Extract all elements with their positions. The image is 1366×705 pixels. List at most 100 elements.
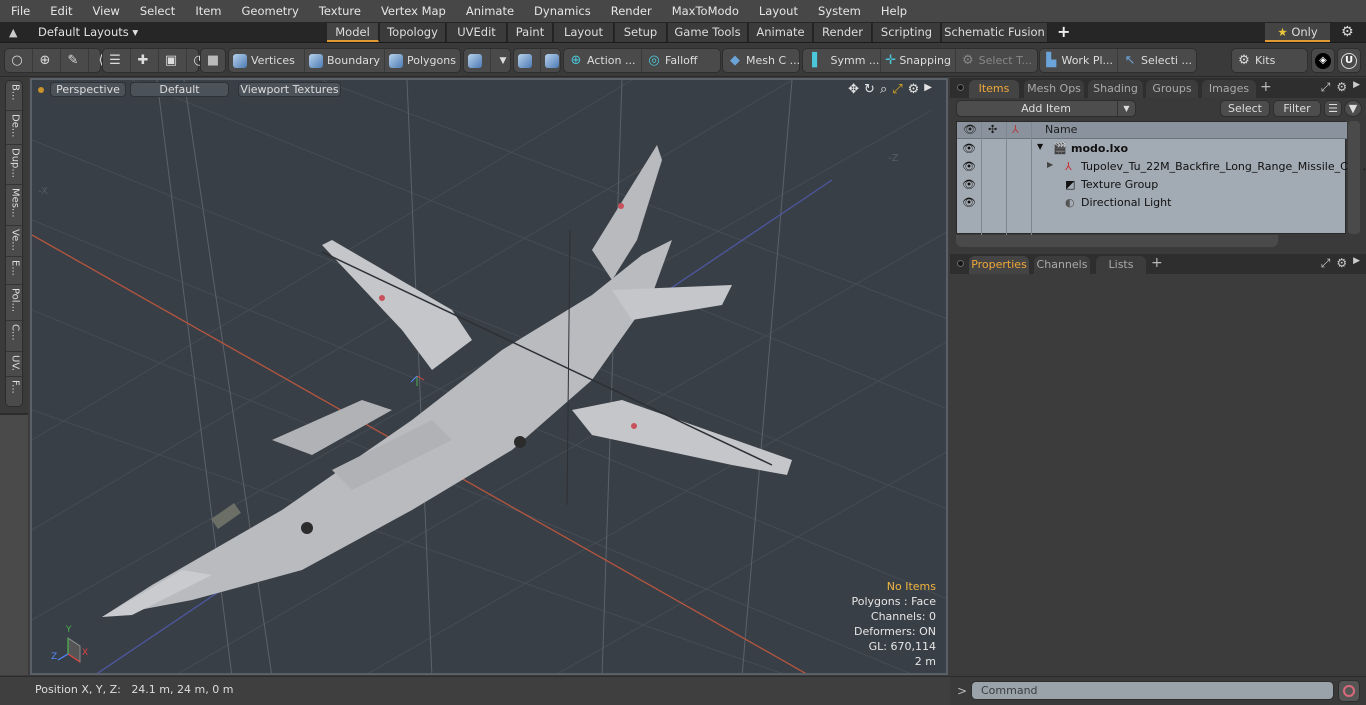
tab-scripting[interactable]: Scripting [873, 23, 941, 42]
tab-mesh-ops[interactable]: Mesh Ops [1024, 80, 1084, 98]
menu-edit[interactable]: Edit [39, 4, 81, 18]
default-layouts-dropdown[interactable]: Default Layouts ▾ [38, 25, 138, 39]
record-macro-button[interactable] [1338, 680, 1360, 702]
rotate-icon[interactable]: ↻ [864, 82, 875, 97]
uv-layout-button[interactable]: ☰ [103, 49, 131, 72]
work-plane-button[interactable]: ▙ Work Pl... [1040, 49, 1118, 72]
list-item[interactable]: 👁 ◩ Texture Group [957, 176, 1347, 194]
select-through-button[interactable]: ⚙ Select T... [956, 49, 1036, 72]
pen-tool-button[interactable]: ✎ [61, 49, 89, 72]
pan-move-icon[interactable]: ✥ [848, 82, 859, 97]
add-item-button[interactable]: Add Item ▼ [956, 100, 1136, 117]
viewport-textures-button[interactable]: Viewport Textures [238, 82, 341, 97]
add-panel-tab-icon[interactable]: + [1151, 255, 1163, 271]
vtab-deform[interactable]: De... [6, 111, 24, 145]
tab-topology[interactable]: Topology [380, 23, 446, 42]
tab-layout[interactable]: Layout [554, 23, 614, 42]
add-item-dropdown-icon[interactable]: ▼ [1117, 101, 1135, 116]
items-horizontal-scrollbar[interactable] [956, 235, 1278, 247]
unity-button[interactable]: ◈ [1311, 48, 1335, 73]
material-mode-button[interactable] [464, 49, 491, 72]
command-input[interactable]: Command [971, 681, 1334, 700]
3d-viewport[interactable]: -X -Z Y X Z Perspective Default Viewport… [30, 78, 948, 675]
tab-uvedit[interactable]: UVEdit [447, 23, 507, 42]
sphere-tool-button[interactable]: ○ [5, 49, 33, 72]
vtab-curve[interactable]: C... [6, 321, 24, 352]
expand-panel-icon[interactable]: ⤢ [1321, 80, 1331, 95]
eye-icon[interactable]: 👁 [962, 196, 976, 209]
menu-dynamics[interactable]: Dynamics [523, 4, 600, 18]
filter-button[interactable]: Filter [1273, 100, 1321, 117]
tab-channels[interactable]: Channels [1034, 256, 1090, 274]
menu-layout[interactable]: Layout [748, 4, 807, 18]
globe-tool-button[interactable]: ⊕ [33, 49, 61, 72]
kits-button[interactable]: ⚙ Kits [1232, 49, 1279, 72]
panel-arrow-icon[interactable]: ▶ [1353, 80, 1360, 95]
vtab-uv[interactable]: UV. [6, 352, 24, 377]
menu-select[interactable]: Select [129, 4, 184, 18]
locator-column-icon[interactable]: ⅄ [1012, 123, 1019, 136]
vtab-fusion[interactable]: F... [6, 377, 24, 408]
eye-icon[interactable]: 👁 [962, 142, 976, 155]
item-mode-button[interactable]: ■ [201, 49, 228, 72]
vertices-mode-button[interactable]: Vertices [229, 49, 305, 72]
shading-style-button[interactable]: Default [130, 82, 229, 97]
panel-menu-dot[interactable] [957, 84, 964, 91]
menu-file[interactable]: File [0, 4, 39, 18]
menu-system[interactable]: System [807, 4, 870, 18]
add-panel-tab-icon[interactable]: + [1260, 79, 1272, 95]
gear-icon[interactable]: ⚙ [1341, 24, 1354, 40]
visibility-column-icon[interactable]: 👁 [963, 123, 977, 136]
vtab-vertex[interactable]: Ve... [6, 226, 24, 257]
mesh-constraint-button[interactable]: ◆ Mesh C ... [723, 49, 804, 72]
uv-unwrap-button[interactable]: ✚ [131, 49, 159, 72]
menu-texture[interactable]: Texture [308, 4, 370, 18]
expand-panel-icon[interactable]: ⤢ [1321, 256, 1331, 271]
viewport-gear-icon[interactable]: ⚙ [908, 82, 920, 97]
boundary-mode-button[interactable]: Boundary [305, 49, 385, 72]
uv-box-button[interactable]: ▣ [159, 49, 187, 72]
menu-render[interactable]: Render [600, 4, 661, 18]
selection-sets-button[interactable]: ↖ Selecti ... [1118, 49, 1196, 72]
tab-paint[interactable]: Paint [508, 23, 553, 42]
panel-gear-icon[interactable]: ⚙ [1336, 80, 1347, 95]
tab-images[interactable]: Images [1202, 80, 1256, 98]
expand-triangle-icon[interactable]: ▶ [1047, 160, 1053, 169]
list-options-button[interactable]: ☰ [1324, 100, 1342, 117]
eye-icon[interactable]: 👁 [962, 160, 976, 173]
menu-vertex-map[interactable]: Vertex Map [370, 4, 455, 18]
only-toggle[interactable]: ★ Only [1265, 23, 1330, 42]
list-item[interactable]: 👁 ▶ ⅄ Tupolev_Tu_22M_Backfire_Long_Range… [957, 158, 1366, 176]
add-tab-plus-icon[interactable]: + [1057, 22, 1070, 41]
unreal-button[interactable]: U [1337, 48, 1361, 73]
tab-render[interactable]: Render [814, 23, 872, 42]
tab-items[interactable]: Items [969, 80, 1019, 98]
falloff-button[interactable]: ◎ Falloff [642, 49, 720, 72]
select-button[interactable]: Select [1220, 100, 1270, 117]
action-center-button-1[interactable] [514, 49, 541, 72]
items-vertical-scrollbar[interactable] [1348, 121, 1360, 234]
list-item[interactable]: 👁 ▼ 🎬 modo.lxo [957, 140, 1347, 158]
name-column-header[interactable]: Name [1045, 123, 1077, 136]
lock-column-icon[interactable]: ✣ [988, 123, 997, 136]
viewport-expand-arrow-icon[interactable]: ▶ [924, 82, 932, 97]
menu-item[interactable]: Item [184, 4, 230, 18]
viewport-menu-dot[interactable] [38, 87, 44, 93]
tab-groups[interactable]: Groups [1146, 80, 1198, 98]
vtab-duplicate[interactable]: Dup... [6, 145, 24, 185]
vtab-polygon[interactable]: Pol... [6, 285, 24, 321]
symmetry-button[interactable]: ▐ Symm ... [803, 49, 881, 72]
menu-help[interactable]: Help [870, 4, 916, 18]
perspective-view-button[interactable]: Perspective [50, 82, 126, 97]
menu-view[interactable]: View [82, 4, 129, 18]
vtab-edge[interactable]: E... [6, 257, 24, 285]
collapse-triangle-icon[interactable]: ▼ [1037, 142, 1043, 151]
snapping-button[interactable]: ✛ Snapping [881, 49, 956, 72]
tab-setup[interactable]: Setup [615, 23, 667, 42]
panel-arrow-icon[interactable]: ▶ [1353, 256, 1360, 271]
vtab-basic[interactable]: B... [6, 81, 24, 111]
maximize-arrows-icon[interactable]: ⤢ [892, 82, 902, 97]
tab-shading[interactable]: Shading [1088, 80, 1143, 98]
collapse-arrow-icon[interactable]: ▲ [9, 26, 17, 39]
menu-geometry[interactable]: Geometry [231, 4, 308, 18]
